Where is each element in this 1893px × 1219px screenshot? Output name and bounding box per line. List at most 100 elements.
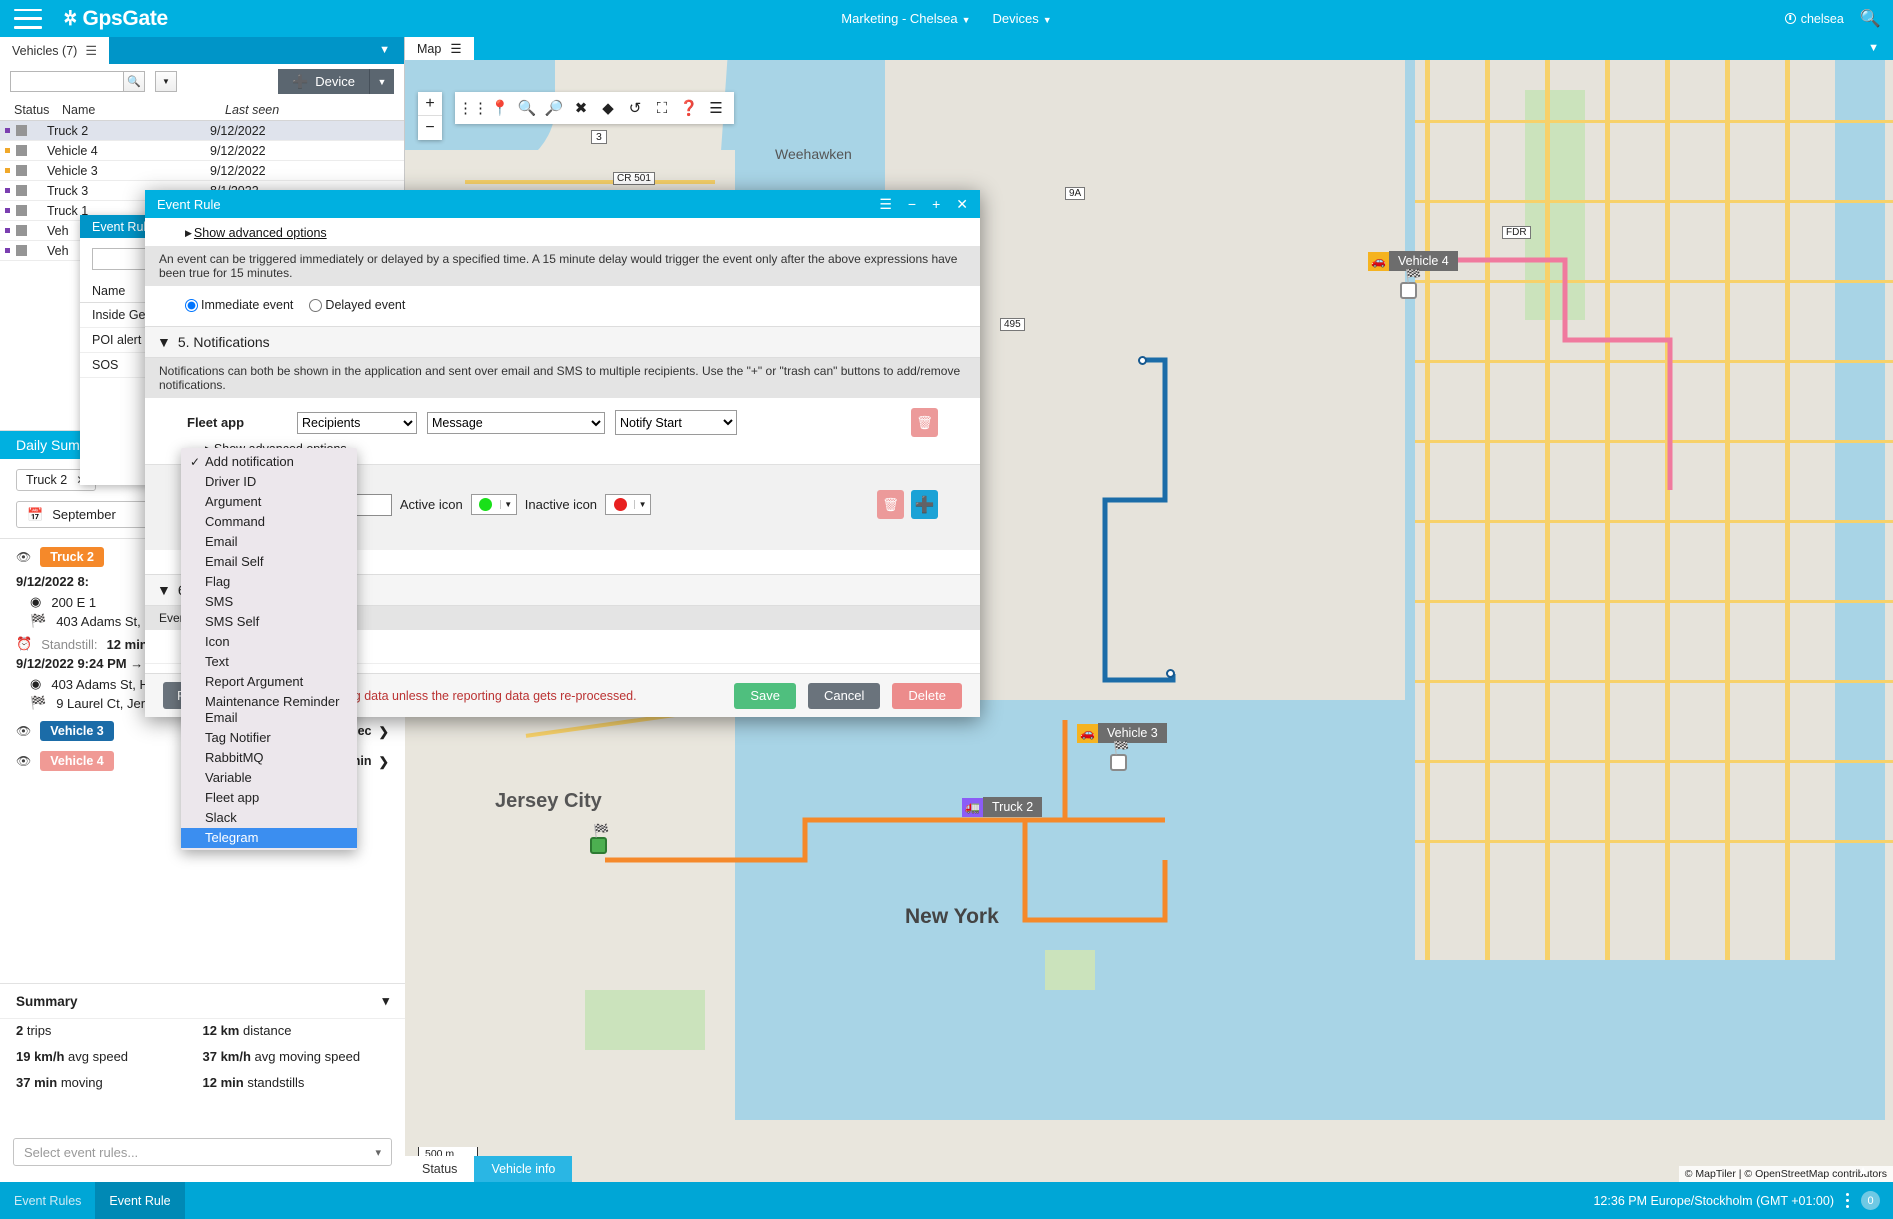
chevron-down-icon[interactable]: ▼ xyxy=(1868,42,1879,54)
bottom-tab-event-rules[interactable]: Event Rules xyxy=(0,1182,95,1219)
chevron-down-icon: ▼ xyxy=(500,500,516,509)
menu-item-sms-self[interactable]: SMS Self xyxy=(181,612,357,632)
eye-icon[interactable]: 👁 xyxy=(16,550,31,564)
add-device-dropdown[interactable]: ▼ xyxy=(370,69,394,94)
dialog-title-bar[interactable]: Event Rule ☰ − + ✕ xyxy=(145,190,980,218)
menu-item-flag[interactable]: Flag xyxy=(181,572,357,592)
select-event-rules-placeholder: Select event rules... xyxy=(24,1145,138,1160)
menu-item-rabbitmq[interactable]: RabbitMQ xyxy=(181,748,357,768)
notification-count-badge[interactable]: 0 xyxy=(1861,1191,1880,1210)
tab-vehicle-info[interactable]: Vehicle info xyxy=(474,1156,572,1182)
menu-item-driver-id[interactable]: Driver ID xyxy=(181,472,357,492)
tab-status[interactable]: Status xyxy=(405,1156,474,1182)
menu-icon[interactable]: ☰ xyxy=(450,41,461,56)
menu-item-argument[interactable]: Argument xyxy=(181,492,357,512)
vehicle-tag[interactable]: Vehicle 4 xyxy=(40,751,114,771)
map-endpoint-dot[interactable] xyxy=(1110,754,1127,771)
menu-item-command[interactable]: Command xyxy=(181,512,357,532)
delete-button[interactable]: Delete xyxy=(892,683,962,709)
help-select-icon[interactable]: ❓ xyxy=(678,95,700,121)
advanced-options-toggle-1[interactable]: ▶ Show advanced options xyxy=(145,218,980,246)
summary-header[interactable]: Summary ▾ xyxy=(0,984,405,1018)
search-icon[interactable]: 🔍 xyxy=(516,95,538,121)
tab-map[interactable]: Map ☰ xyxy=(405,37,474,60)
select-event-rules-dropdown[interactable]: Select event rules... ▾ xyxy=(13,1138,392,1166)
chevron-up-icon[interactable]: ▲ xyxy=(1857,1163,1869,1177)
menu-icon[interactable]: ☰ xyxy=(879,196,892,213)
menu-item-report-argument[interactable]: Report Argument xyxy=(181,672,357,692)
menu-item-maintenance-reminder-email[interactable]: Maintenance Reminder Email xyxy=(181,692,357,728)
cancel-button[interactable]: Cancel xyxy=(808,683,880,709)
chevron-right-icon[interactable]: ❯ xyxy=(379,724,389,739)
search-input[interactable] xyxy=(10,71,123,92)
cluster-badge[interactable]: 3 xyxy=(591,130,607,144)
add-notification-button[interactable]: ➕ xyxy=(911,490,938,519)
drag-handle-icon[interactable]: ⋮⋮ xyxy=(462,95,484,121)
vehicle-tag[interactable]: Truck 2 xyxy=(40,547,104,567)
map-track-point[interactable] xyxy=(1138,356,1147,365)
nav-item-organization[interactable]: Marketing - Chelsea▼ xyxy=(841,11,970,26)
tab-vehicles[interactable]: Vehicles (7) ☰ xyxy=(0,37,109,64)
menu-item-slack[interactable]: Slack xyxy=(181,808,357,828)
menu-item-email[interactable]: Email xyxy=(181,532,357,552)
recipients-select[interactable]: Recipients xyxy=(297,412,417,434)
vehicle-tag[interactable]: Vehicle 3 xyxy=(40,721,114,741)
map-endpoint-dot[interactable] xyxy=(1400,282,1417,299)
zoom-in-button[interactable]: + xyxy=(418,92,442,116)
section-notifications-header[interactable]: ▼ 5. Notifications xyxy=(145,326,980,358)
message-select[interactable]: Message xyxy=(427,412,605,434)
minimize-icon[interactable]: − xyxy=(908,196,916,212)
active-icon-picker[interactable]: ▼ xyxy=(471,494,517,515)
user-menu[interactable]: chelsea xyxy=(1785,12,1844,26)
advanced-options-link[interactable]: Show advanced options xyxy=(194,226,327,240)
chevron-down-icon[interactable]: ▼ xyxy=(379,44,390,56)
zoom-out-button[interactable]: − xyxy=(418,116,442,140)
chevron-down-icon[interactable]: ▾ xyxy=(382,993,389,1009)
menu-item-text[interactable]: Text xyxy=(181,652,357,672)
eye-icon[interactable]: 👁 xyxy=(16,724,31,738)
undo-icon[interactable]: ↺ xyxy=(624,95,646,121)
table-row[interactable]: Vehicle 3 9/12/2022 xyxy=(0,161,404,181)
bottom-tab-event-rule[interactable]: Event Rule xyxy=(95,1182,184,1219)
search-icon[interactable]: 🔍 xyxy=(123,71,145,92)
delete-icon-notification-button[interactable]: 🗑 xyxy=(877,490,904,519)
inactive-icon-picker[interactable]: ▼ xyxy=(605,494,651,515)
layers-icon[interactable]: ☰ xyxy=(705,95,727,121)
table-row[interactable]: Vehicle 4 9/12/2022 xyxy=(0,141,404,161)
more-options-icon[interactable] xyxy=(1846,1193,1849,1208)
radio-delayed-input[interactable] xyxy=(309,299,322,312)
eraser-icon[interactable]: ◆ xyxy=(597,95,619,121)
add-device-button[interactable]: ➕ Device xyxy=(278,69,370,94)
menu-item-email-self[interactable]: Email Self xyxy=(181,552,357,572)
maximize-icon[interactable]: + xyxy=(932,196,940,212)
marker-icon[interactable]: 📍 xyxy=(489,95,511,121)
menu-item-variable[interactable]: Variable xyxy=(181,768,357,788)
radio-immediate-input[interactable] xyxy=(185,299,198,312)
menu-item-sms[interactable]: SMS xyxy=(181,592,357,612)
table-row[interactable]: Truck 2 9/12/2022 xyxy=(0,121,404,141)
radio-immediate-event[interactable]: Immediate event xyxy=(185,298,293,312)
menu-item-fleet-app[interactable]: Fleet app xyxy=(181,788,357,808)
chevron-right-icon[interactable]: ❯ xyxy=(379,754,389,769)
plus-icon: ➕ xyxy=(292,74,308,90)
menu-item-telegram[interactable]: Telegram xyxy=(181,828,357,848)
menu-item-icon[interactable]: Icon xyxy=(181,632,357,652)
pan-move-icon[interactable]: ✖ xyxy=(570,95,592,121)
save-button[interactable]: Save xyxy=(734,683,796,709)
radio-delayed-event[interactable]: Delayed event xyxy=(309,298,405,312)
menu-item-add-notification[interactable]: Add notification xyxy=(181,452,357,472)
delete-notification-button[interactable]: 🗑 xyxy=(911,408,938,437)
zoom-in-icon[interactable]: 🔎 xyxy=(543,95,565,121)
menu-icon[interactable]: ☰ xyxy=(85,43,97,59)
fullscreen-icon[interactable]: ⛶ xyxy=(651,95,673,121)
eye-icon[interactable]: 👁 xyxy=(16,754,31,768)
map-track-point[interactable] xyxy=(1166,669,1175,678)
map-marker-truck-2[interactable]: 🚛 Truck 2 xyxy=(962,797,1042,817)
search-filter-dropdown[interactable]: ▼ xyxy=(155,71,177,92)
search-icon[interactable]: 🔍 xyxy=(1860,9,1881,29)
notify-start-select[interactable]: Notify Start xyxy=(615,410,737,435)
nav-item-devices[interactable]: Devices▼ xyxy=(993,11,1052,26)
close-icon[interactable]: ✕ xyxy=(956,196,968,213)
map-start-dot[interactable] xyxy=(590,837,607,854)
menu-item-tag-notifier[interactable]: Tag Notifier xyxy=(181,728,357,748)
